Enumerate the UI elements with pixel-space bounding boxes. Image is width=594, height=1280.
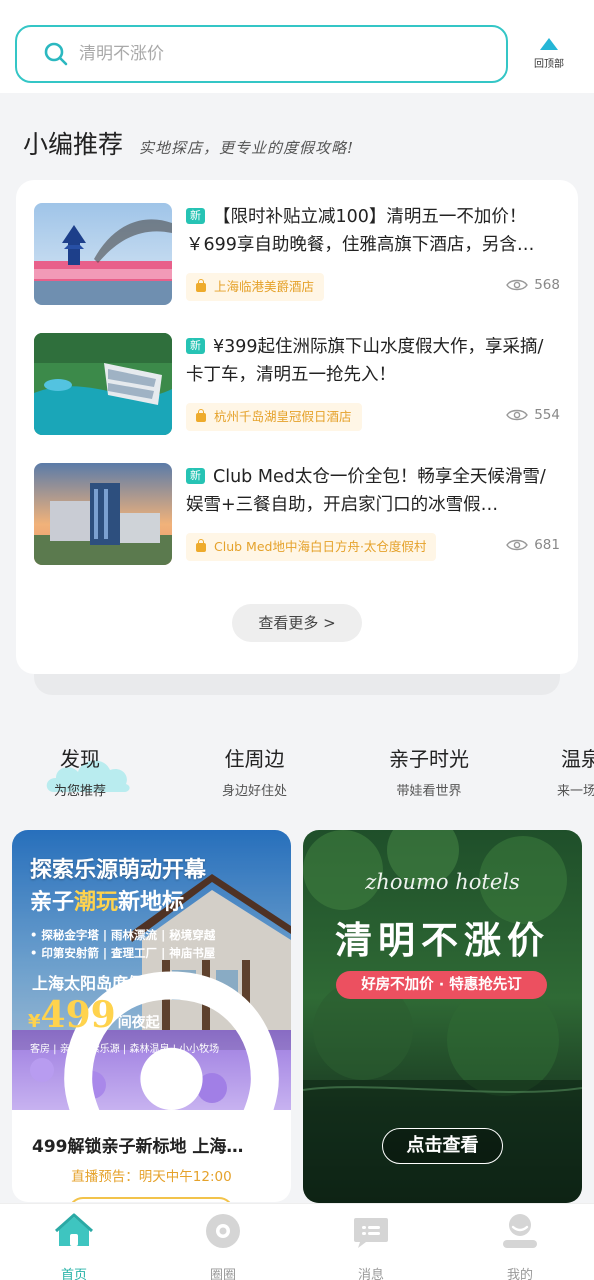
shopping-bag-icon [196, 539, 206, 552]
poster-headline: 探索乐源萌动开幕 [30, 858, 207, 883]
editor-section-header: 小编推荐 实地探店，更专业的度假攻略! [23, 125, 354, 161]
nav-circle-label: 圈圈 [209, 1268, 236, 1280]
nav-messages-label: 消息 [357, 1268, 384, 1280]
search-icon [43, 41, 69, 67]
poster-location: 上海太阳岛度假酒店 [32, 970, 279, 1110]
article-item[interactable]: 新【限时补贴立减100】清明五一不加价！￥699享自助晚餐，住雅高旗下酒店，另含… [34, 203, 560, 305]
home-icon [55, 1213, 93, 1246]
promo-poster: 探索乐源萌动开幕 亲子潮玩新地标 • 探秘金字塔 | 雨林漂流 | 秘境穿越 •… [12, 830, 291, 1110]
article-item[interactable]: 新 Club Med太仓一价全包！畅享全天候滑雪/娱雪+三餐自助，开启家门口的冰雪… [34, 463, 560, 565]
tab-hot-spring-sub: 来一场 [557, 784, 594, 799]
view-count: 681 [506, 537, 560, 553]
feature-card-right[interactable]: zhoumo hotels 清明不涨价 好房不加价 · 特惠抢先订 点击查看 [303, 830, 582, 1203]
poster-price: ¥499 间夜起 [28, 994, 160, 1036]
article-title: 新【限时补贴立减100】清明五一不加价！￥699享自助晚餐，住雅高旗下酒店，另含… [186, 207, 535, 255]
search-bar[interactable] [15, 25, 508, 83]
feature-title: 499解锁亲子新标地 上海… [32, 1137, 244, 1157]
hotel-tag[interactable]: 上海临港美爵酒店 [186, 273, 325, 301]
article-title: 新 ¥399起住洲际旗下山水度假大作，享采摘/卡丁车，清明五一抢先入！ [186, 337, 544, 385]
hotel-tag[interactable]: 杭州千岛湖皇冠假日酒店 [186, 403, 362, 431]
view-more-button[interactable]: 查看更多 > [232, 604, 362, 642]
article-thumbnail [34, 463, 172, 565]
tab-hot-spring-label: 温泉 [561, 747, 594, 771]
article-thumbnail [34, 333, 172, 435]
article-title: 新 Club Med太仓一价全包！畅享全天候滑雪/娱雪+三餐自助，开启家门口的冰雪… [186, 467, 546, 515]
tab-discover[interactable]: 发现 为您推荐 [54, 743, 106, 799]
feature-card-left[interactable]: 探索乐源萌动开幕 亲子潮玩新地标 • 探秘金字塔 | 雨林漂流 | 秘境穿越 •… [12, 830, 291, 1202]
new-badge: 新 [186, 208, 205, 224]
message-icon [354, 1218, 388, 1248]
arrow-up-icon [540, 38, 558, 50]
view-count: 568 [506, 277, 560, 293]
poster-subheadline: 亲子潮玩新地标 [30, 890, 185, 915]
new-badge: 新 [186, 468, 205, 484]
poster-tags: 客房 | 亲子探索乐源 | 森林温泉 | 小小牧场 [30, 1044, 220, 1055]
nav-profile-label: 我的 [506, 1268, 533, 1280]
brand-script: zhoumo hotels [365, 870, 520, 894]
eye-icon [506, 409, 529, 421]
tab-nearby-sub: 身边好住处 [222, 784, 288, 799]
tab-discover-sub: 为您推荐 [54, 784, 107, 799]
article-item[interactable]: 新 ¥399起住洲际旗下山水度假大作，享采摘/卡丁车，清明五一抢先入！ 杭州千岛湖… [34, 333, 560, 435]
profile-icon [503, 1214, 537, 1248]
eye-icon [506, 279, 529, 291]
article-thumbnail [34, 203, 172, 305]
tab-nearby-label: 住周边 [224, 747, 285, 771]
section-title: 小编推荐 [23, 130, 124, 159]
view-count: 554 [506, 407, 560, 423]
hotel-tag[interactable]: Club Med地中海白日方舟·太仓度假村 [186, 533, 437, 561]
promo-pill: 好房不加价 · 特惠抢先订 [336, 971, 547, 999]
promo-headline: 清明不涨价 [335, 918, 550, 962]
tab-hot-spring[interactable]: 温泉 来一场 [557, 743, 594, 799]
new-badge: 新 [186, 338, 205, 354]
back-to-top-label: 回顶部 [534, 59, 564, 70]
shopping-bag-icon [196, 279, 206, 292]
nav-messages[interactable]: 消息 [331, 1212, 411, 1280]
top-bar: 回顶部 [0, 0, 594, 93]
nav-profile[interactable]: 我的 [480, 1212, 560, 1280]
nav-home-label: 首页 [60, 1268, 87, 1280]
editor-picks-card: 新【限时补贴立减100】清明五一不加价！￥699享自助晚餐，住雅高旗下酒店，另含… [16, 180, 578, 674]
view-details-button[interactable]: 点击查看 [382, 1128, 503, 1164]
circle-icon [206, 1214, 240, 1248]
tab-family[interactable]: 亲子时光 带娃看世界 [389, 743, 469, 799]
tab-discover-label: 发现 [60, 747, 100, 771]
tab-family-label: 亲子时光 [389, 747, 469, 771]
section-slogan: 实地探店，更专业的度假攻略! [139, 139, 355, 157]
shopping-bag-icon [196, 409, 206, 422]
back-to-top-button[interactable]: 回顶部 [526, 36, 572, 76]
feature-action-button[interactable] [68, 1197, 234, 1202]
poster-feature-list: • 探秘金字塔 | 雨林漂流 | 秘境穿越 • 印第安射箭 | 查理工厂 | 神… [30, 928, 216, 960]
live-preview-notice: 直播预告：明天中午12:00 [71, 1169, 232, 1185]
eye-icon [506, 539, 529, 551]
nav-circle[interactable]: 圈圈 [183, 1212, 263, 1280]
tab-nearby[interactable]: 住周边 身边好住处 [222, 743, 287, 799]
bottom-nav: 首页 圈圈 消息 我的 [0, 1203, 594, 1280]
nav-home[interactable]: 首页 [34, 1212, 114, 1280]
tab-family-sub: 带娃看世界 [396, 784, 462, 799]
search-input[interactable] [79, 44, 459, 64]
